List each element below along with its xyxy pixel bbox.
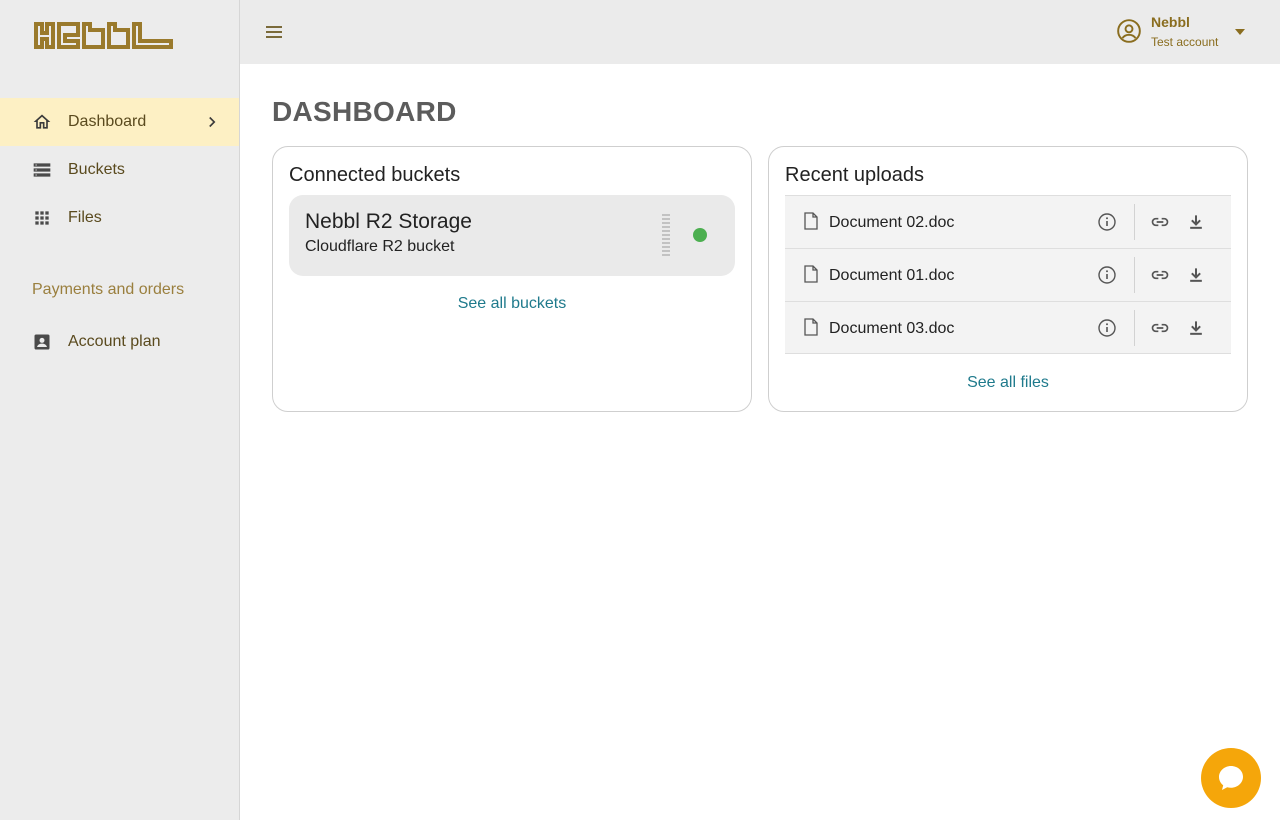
download-icon[interactable] xyxy=(1186,265,1206,285)
download-icon[interactable] xyxy=(1186,318,1206,338)
bucket-name: Nebbl R2 Storage xyxy=(305,210,472,233)
info-icon[interactable] xyxy=(1097,318,1117,338)
user-name: Nebbl xyxy=(1151,14,1190,30)
file-name: Document 03.doc xyxy=(829,320,955,337)
card-title: Connected buckets xyxy=(289,164,461,186)
recent-uploads-card: Recent uploads Document 02.doc Document … xyxy=(768,146,1248,412)
info-icon[interactable] xyxy=(1097,265,1117,285)
chat-button[interactable] xyxy=(1201,748,1261,808)
link-icon[interactable] xyxy=(1150,265,1170,285)
file-icon xyxy=(804,212,818,230)
caret-down-icon xyxy=(1235,29,1245,35)
file-name: Document 01.doc xyxy=(829,267,955,284)
list-item[interactable]: Document 01.doc xyxy=(785,248,1231,301)
grid-icon xyxy=(35,211,49,225)
bucket-item[interactable]: Nebbl R2 Storage Cloudflare R2 bucket xyxy=(289,195,735,276)
divider xyxy=(1134,257,1135,293)
bucket-type: Cloudflare R2 bucket xyxy=(305,238,455,255)
storage-icon xyxy=(33,163,51,177)
sidebar-item-dashboard[interactable]: Dashboard xyxy=(0,98,239,146)
user-subtitle: Test account xyxy=(1151,35,1219,49)
info-icon[interactable] xyxy=(1097,212,1117,232)
file-icon xyxy=(804,318,818,336)
sidebar-item-files[interactable]: Files xyxy=(0,194,239,242)
sidebar-item-label: Buckets xyxy=(68,161,125,178)
sidebar-item-label: Dashboard xyxy=(68,113,147,130)
user-menu[interactable]: Nebbl Test account xyxy=(1116,10,1256,54)
section-label-payments: Payments and orders xyxy=(32,281,185,298)
list-item[interactable]: Document 03.doc xyxy=(785,301,1231,354)
connected-buckets-card: Connected buckets Nebbl R2 Storage Cloud… xyxy=(272,146,752,412)
sidebar-item-buckets[interactable]: Buckets xyxy=(0,146,239,194)
file-name: Document 02.doc xyxy=(829,214,955,231)
page-title: DASHBOARD xyxy=(272,96,457,127)
home-icon xyxy=(33,114,51,129)
sidebar-item-account-plan[interactable]: Account plan xyxy=(0,318,239,366)
chevron-right-icon xyxy=(209,116,216,128)
chat-bubble-icon xyxy=(1219,766,1243,790)
card-title: Recent uploads xyxy=(785,164,924,186)
top-bar: Nebbl Test account xyxy=(240,0,1280,64)
status-indicator xyxy=(693,228,707,242)
nebbl-logo[interactable] xyxy=(33,21,174,49)
menu-icon[interactable] xyxy=(262,20,286,44)
usage-meter-icon xyxy=(662,214,670,256)
sidebar: Dashboard Buckets Files Payments and ord… xyxy=(0,0,240,820)
divider xyxy=(1134,310,1135,346)
link-icon[interactable] xyxy=(1150,212,1170,232)
divider xyxy=(1134,204,1135,240)
link-icon[interactable] xyxy=(1150,318,1170,338)
file-list: Document 02.doc Document 01.doc Document… xyxy=(785,195,1231,354)
sidebar-item-label: Account plan xyxy=(68,333,161,350)
see-all-files-link[interactable]: See all files xyxy=(769,374,1247,392)
account-box-icon xyxy=(34,334,50,350)
list-item[interactable]: Document 02.doc xyxy=(785,195,1231,248)
file-icon xyxy=(804,265,818,283)
sidebar-item-label: Files xyxy=(68,209,102,226)
see-all-buckets-link[interactable]: See all buckets xyxy=(273,295,751,313)
account-circle-icon xyxy=(1117,19,1141,43)
download-icon[interactable] xyxy=(1186,212,1206,232)
